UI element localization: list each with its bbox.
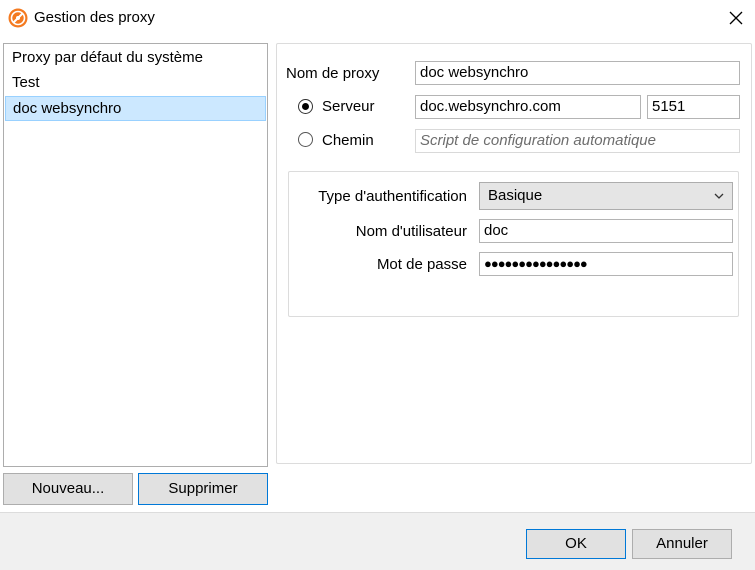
- proxy-list-item-label: Test: [12, 74, 40, 91]
- window-title: Gestion des proxy: [34, 9, 155, 26]
- path-script-input[interactable]: Script de configuration automatique: [415, 129, 740, 153]
- proxy-name-label: Nom de proxy: [286, 65, 380, 82]
- path-label: Chemin: [322, 132, 374, 149]
- close-icon: [729, 11, 743, 25]
- server-port-input[interactable]: 5151: [647, 95, 740, 119]
- close-button[interactable]: [724, 6, 748, 30]
- app-icon: [8, 8, 28, 28]
- password-label: Mot de passe: [376, 256, 467, 273]
- auth-type-value: Basique: [488, 187, 543, 204]
- path-radio[interactable]: [298, 132, 313, 147]
- chevron-down-icon: [714, 193, 724, 199]
- proxy-list-item-selected[interactable]: doc websynchro: [5, 96, 266, 121]
- proxy-list-item-label: Proxy par défaut du système: [12, 49, 203, 66]
- proxy-list[interactable]: Proxy par défaut du système Test doc web…: [3, 43, 268, 467]
- delete-proxy-button[interactable]: Supprimer: [138, 473, 268, 505]
- proxy-name-input[interactable]: doc websynchro: [415, 61, 740, 85]
- server-radio[interactable]: [298, 99, 313, 114]
- proxy-list-item-label: doc websynchro: [13, 100, 122, 117]
- proxy-list-item[interactable]: Proxy par défaut du système: [5, 46, 266, 71]
- server-label: Serveur: [322, 98, 375, 115]
- password-input[interactable]: ●●●●●●●●●●●●●●●: [479, 252, 733, 276]
- server-address-input[interactable]: doc.websynchro.com: [415, 95, 641, 119]
- cancel-button[interactable]: Annuler: [632, 529, 732, 559]
- username-label: Nom d'utilisateur: [355, 223, 467, 240]
- auth-type-label: Type d'authentification: [318, 188, 467, 205]
- radio-selected-dot: [302, 103, 309, 110]
- new-proxy-button[interactable]: Nouveau...: [3, 473, 133, 505]
- username-input[interactable]: doc: [479, 219, 733, 243]
- auth-type-select[interactable]: Basique: [479, 182, 733, 210]
- proxy-list-item[interactable]: Test: [5, 71, 266, 96]
- ok-button[interactable]: OK: [526, 529, 626, 559]
